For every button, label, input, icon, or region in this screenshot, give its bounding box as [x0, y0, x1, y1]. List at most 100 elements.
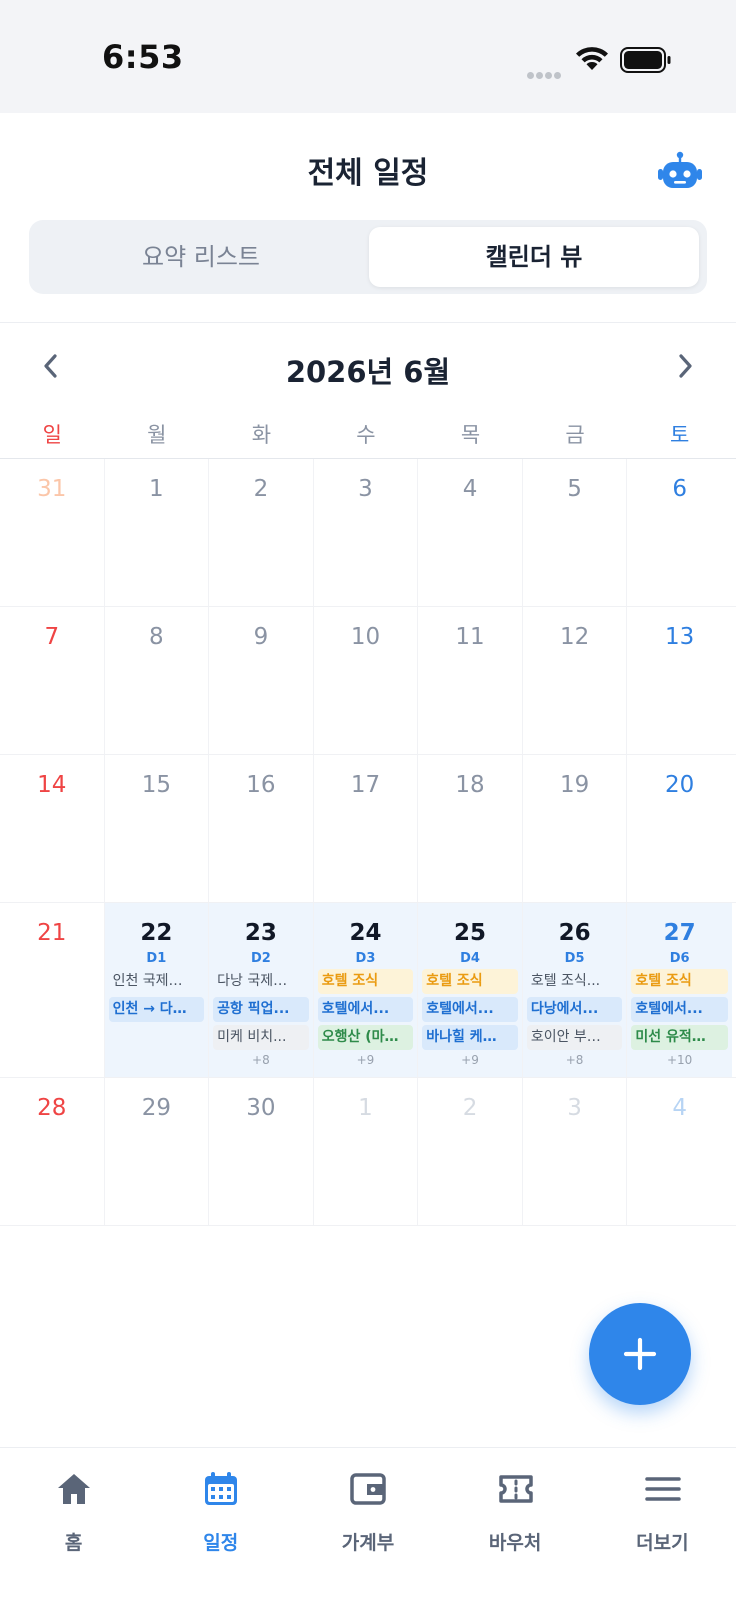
day-number: 30: [246, 1095, 276, 1121]
calendar-day-cell[interactable]: 7: [0, 607, 105, 754]
day-number: 28: [37, 1095, 67, 1121]
calendar-day-cell[interactable]: 10: [314, 607, 419, 754]
event-chip[interactable]: 인천 국제…: [109, 969, 205, 994]
event-chip[interactable]: 호텔 조식: [422, 969, 518, 994]
calendar-day-cell[interactable]: 19: [523, 755, 628, 902]
tab-home[interactable]: 홈: [0, 1448, 147, 1600]
calendar-day-cell[interactable]: 16: [209, 755, 314, 902]
calendar-day-cell[interactable]: 9: [209, 607, 314, 754]
segment-calendar-view[interactable]: 캘린더 뷰: [369, 227, 699, 287]
calendar-day-cell[interactable]: 2: [209, 459, 314, 606]
event-chip[interactable]: 바나힐 케…: [422, 1025, 518, 1050]
tab-voucher[interactable]: 바우처: [442, 1448, 589, 1600]
day-number: 4: [462, 476, 478, 502]
weekday-label: 금: [565, 423, 585, 447]
calendar-day-cell[interactable]: 30: [209, 1078, 314, 1225]
weekday-label: 수: [356, 423, 376, 447]
tab-label: 더보기: [636, 1532, 689, 1554]
calendar-day-cell[interactable]: 20: [627, 755, 732, 902]
day-number: 16: [246, 772, 276, 798]
calendar-day-cell[interactable]: 1: [314, 1078, 419, 1225]
event-chip[interactable]: 호텔에서...: [631, 997, 728, 1022]
calendar-week-row: 14 15 16 17 18 19 20: [0, 755, 736, 903]
day-number: 26: [558, 920, 591, 946]
plus-icon: [623, 1337, 657, 1371]
day-number: 24: [349, 920, 382, 946]
event-chip[interactable]: 다낭에서...: [526, 997, 623, 1022]
more-events-count: +10: [666, 1053, 693, 1067]
event-chip[interactable]: 호텔에서...: [422, 997, 518, 1022]
calendar-day-cell[interactable]: 26 D5 호텔 조식... 다낭에서... 호이안 부… +8: [522, 903, 628, 1077]
event-chip[interactable]: 미케 비치...: [213, 1025, 309, 1050]
calendar-day-cell[interactable]: 4: [418, 459, 523, 606]
more-events-count: +8: [252, 1053, 270, 1067]
signal-dots-icon: [527, 64, 565, 79]
calendar-day-cell[interactable]: 14: [0, 755, 105, 902]
tab-label: 바우처: [488, 1532, 542, 1554]
calendar-day-cell[interactable]: 1: [105, 459, 210, 606]
event-chip[interactable]: 공항 픽업...: [213, 997, 309, 1022]
day-number: 3: [567, 1095, 582, 1121]
event-chip[interactable]: 호텔 조식: [317, 969, 414, 994]
calendar-day-cell[interactable]: 4: [627, 1078, 732, 1225]
menu-icon: [645, 1477, 681, 1501]
calendar-day-cell[interactable]: 24 D3 호텔 조식 호텔에서... 오행산 (마… +9: [313, 903, 419, 1077]
day-number: 8: [149, 624, 164, 650]
calendar-icon: [205, 1472, 238, 1505]
calendar-day-cell[interactable]: 15: [105, 755, 210, 902]
calendar-day-cell[interactable]: 6: [627, 459, 732, 606]
calendar-day-cell[interactable]: 21: [0, 903, 105, 1077]
calendar-day-cell[interactable]: 5: [523, 459, 628, 606]
calendar-day-cell[interactable]: 17: [314, 755, 419, 902]
event-chip[interactable]: 인천 → 다…: [108, 997, 205, 1022]
tab-more[interactable]: 더보기: [589, 1448, 736, 1600]
calendar-day-cell[interactable]: 12: [523, 607, 628, 754]
day-number: 27: [663, 920, 696, 946]
chevron-right-icon[interactable]: [670, 349, 700, 383]
calendar-day-cell[interactable]: 8: [105, 607, 210, 754]
event-chip[interactable]: 오행산 (마…: [317, 1025, 414, 1050]
wifi-icon: [576, 47, 608, 70]
event-chip[interactable]: 호텔 조식...: [527, 969, 623, 994]
event-chip[interactable]: 미선 유적…: [631, 1025, 728, 1050]
day-number: 15: [141, 772, 171, 798]
day-number: 17: [350, 772, 381, 798]
day-number: 1: [358, 1095, 373, 1121]
home-icon: [58, 1474, 90, 1504]
event-chip[interactable]: 호텔 조식: [631, 969, 728, 994]
calendar-day-cell[interactable]: 29: [105, 1078, 210, 1225]
calendar-day-cell[interactable]: 2: [418, 1078, 523, 1225]
calendar-day-cell[interactable]: 22 D1 인천 국제… 인천 → 다…: [104, 903, 210, 1077]
calendar-day-cell[interactable]: 28: [0, 1078, 105, 1225]
tab-label: 일정: [203, 1532, 239, 1554]
day-number: 2: [462, 1095, 478, 1121]
tab-schedule[interactable]: 일정: [147, 1448, 294, 1600]
trip-day-label: D5: [564, 951, 585, 966]
wallet-icon: [350, 1473, 387, 1505]
calendar-week-row: 28 29 30 1 2 3 4: [0, 1078, 736, 1226]
calendar-day-cell[interactable]: 11: [418, 607, 523, 754]
day-number: 10: [350, 624, 381, 650]
calendar-day-cell[interactable]: 18: [418, 755, 523, 902]
event-chip[interactable]: 호텔에서...: [317, 997, 414, 1022]
event-chip[interactable]: 다낭 국제…: [213, 969, 309, 994]
calendar-day-cell[interactable]: 25 D4 호텔 조식 호텔에서... 바나힐 케… +9: [418, 903, 523, 1077]
page-title: 전체 일정: [307, 156, 429, 191]
calendar-day-cell[interactable]: 27 D6 호텔 조식 호텔에서... 미선 유적… +10: [627, 903, 732, 1077]
calendar-grid: 31 1 2 3 4 5 6 7 8 9 10 11 12 13 14 15 16 17 18 19 20 21 22 D1 인…: [0, 459, 736, 1226]
calendar-day-cell[interactable]: 13: [627, 607, 732, 754]
day-number: 14: [37, 772, 67, 798]
calendar-day-cell[interactable]: 23 D2 다낭 국제… 공항 픽업... 미케 비치... +8: [209, 903, 314, 1077]
add-schedule-button[interactable]: [589, 1303, 691, 1405]
ticket-icon: [498, 1475, 533, 1503]
robot-assistant-icon[interactable]: [658, 151, 702, 191]
month-label: 2026년 6월: [285, 355, 451, 389]
weekday-header: 일 월 화 수 목 금 토: [0, 413, 736, 459]
segment-summary-list[interactable]: 요약 리스트: [36, 227, 366, 287]
event-chip[interactable]: 호이안 부…: [526, 1025, 623, 1050]
calendar-day-cell[interactable]: 3: [523, 1078, 628, 1225]
calendar-day-cell[interactable]: 3: [314, 459, 419, 606]
tab-budget[interactable]: 가계부: [294, 1448, 441, 1600]
calendar-day-cell[interactable]: 31: [0, 459, 105, 606]
day-number: 5: [567, 476, 582, 502]
